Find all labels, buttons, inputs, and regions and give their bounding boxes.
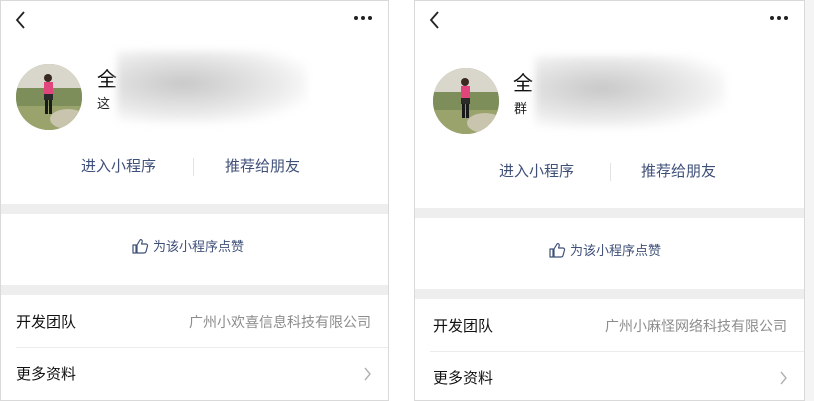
recommend-to-friend-link[interactable]: 推荐给朋友 bbox=[641, 160, 716, 181]
section-divider bbox=[1, 204, 388, 214]
avatar bbox=[433, 68, 499, 134]
more-icon[interactable] bbox=[768, 13, 790, 23]
chevron-right-icon bbox=[780, 371, 787, 385]
section-divider bbox=[415, 289, 804, 299]
more-info-row[interactable]: 更多资料 bbox=[415, 351, 804, 400]
thumbs-up-icon bbox=[549, 242, 566, 258]
section-divider bbox=[415, 208, 804, 218]
developer-team-row: 开发团队 广州小欢喜信息科技有限公司 bbox=[1, 295, 388, 347]
chevron-right-icon bbox=[364, 367, 371, 381]
section-divider bbox=[1, 285, 388, 295]
enter-miniprogram-link[interactable]: 进入小程序 bbox=[81, 155, 156, 176]
blurred-region bbox=[117, 51, 307, 123]
more-info-row[interactable]: 更多资料 bbox=[1, 347, 388, 399]
profile-panel-right: 全 群 进入小程序 推荐给朋友 为该小程序点赞 开发团队 广州小麻怪网络科技有限… bbox=[414, 0, 805, 401]
developer-team-value: 广州小欢喜信息科技有限公司 bbox=[189, 315, 371, 331]
action-row: 进入小程序 推荐给朋友 bbox=[1, 149, 388, 179]
more-info-label: 更多资料 bbox=[433, 369, 494, 387]
profile-panel-left: 全 这 进入小程序 推荐给朋友 为该小程序点赞 开发团队 广州小欢喜信息科技有限… bbox=[0, 0, 389, 401]
like-label: 为该小程序点赞 bbox=[570, 244, 662, 259]
action-row: 进入小程序 推荐给朋友 bbox=[415, 154, 804, 184]
avatar bbox=[16, 64, 82, 130]
blurred-region bbox=[535, 56, 725, 128]
back-icon[interactable] bbox=[13, 9, 29, 31]
action-divider bbox=[610, 163, 611, 181]
like-button[interactable]: 为该小程序点赞 bbox=[415, 218, 804, 289]
back-icon[interactable] bbox=[427, 9, 443, 31]
developer-team-value: 广州小麻怪网络科技有限公司 bbox=[605, 319, 787, 335]
scrollbar-track bbox=[805, 0, 814, 401]
more-info-label: 更多资料 bbox=[16, 365, 77, 383]
developer-team-label: 开发团队 bbox=[433, 317, 494, 335]
miniprogram-description: 这 bbox=[97, 97, 111, 112]
enter-miniprogram-link[interactable]: 进入小程序 bbox=[499, 160, 574, 181]
like-label: 为该小程序点赞 bbox=[153, 240, 245, 255]
miniprogram-name: 全 bbox=[97, 67, 117, 91]
miniprogram-description: 群 bbox=[514, 102, 528, 117]
like-button[interactable]: 为该小程序点赞 bbox=[1, 214, 388, 285]
miniprogram-name: 全 bbox=[513, 71, 533, 95]
more-icon[interactable] bbox=[352, 13, 374, 23]
recommend-to-friend-link[interactable]: 推荐给朋友 bbox=[225, 155, 300, 176]
developer-team-row: 开发团队 广州小麻怪网络科技有限公司 bbox=[415, 299, 804, 351]
action-divider bbox=[193, 158, 194, 176]
thumbs-up-icon bbox=[132, 238, 149, 254]
developer-team-label: 开发团队 bbox=[16, 313, 77, 331]
